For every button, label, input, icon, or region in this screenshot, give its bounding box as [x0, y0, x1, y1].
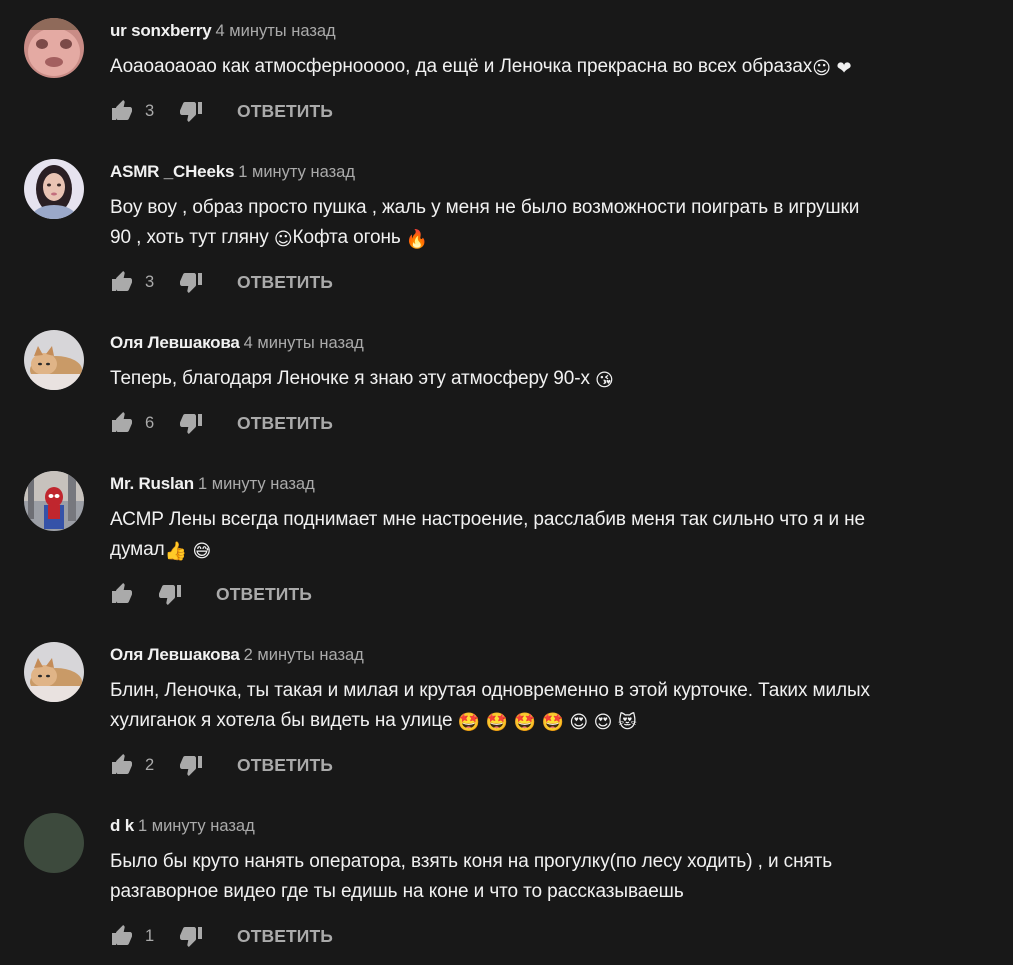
- comment-author[interactable]: ASMR _CHeeks: [110, 162, 234, 181]
- comment-text: Воу воу , образ просто пушка , жаль у ме…: [110, 193, 1005, 253]
- reply-button[interactable]: ОТВЕТИТЬ: [237, 755, 333, 776]
- comment-text-line: думал: [110, 539, 165, 560]
- like-button[interactable]: [110, 924, 134, 948]
- reply-button[interactable]: ОТВЕТИТЬ: [237, 413, 333, 434]
- comment-header: Оля Левшакова 2 минуты назад: [110, 643, 1005, 667]
- comment-text-line: 90 , хоть тут гляну: [110, 227, 274, 248]
- comment-author[interactable]: Оля Левшакова: [110, 333, 240, 352]
- comment-author[interactable]: Mr. Ruslan: [110, 474, 194, 493]
- comment-header: d k1 минуту назад: [110, 814, 1005, 838]
- comment-time[interactable]: 1 минуту назад: [138, 817, 255, 835]
- comment-text-content: Теперь, благодаря Леночке я знаю эту атм…: [110, 368, 596, 389]
- comment-text-line: АСМР Лены всегда поднимает мне настроени…: [110, 509, 866, 530]
- like-button[interactable]: [110, 270, 134, 294]
- like-count: 6: [145, 413, 155, 432]
- comment-actions: 2 ОТВЕТИТЬ: [110, 753, 333, 777]
- comment-text: АСМР Лены всегда поднимает мне настроени…: [110, 505, 1005, 565]
- comment-time[interactable]: 1 минуту назад: [238, 163, 355, 181]
- comment-actions: 1 ОТВЕТИТЬ: [110, 924, 333, 948]
- comment-time[interactable]: 2 минуты назад: [244, 646, 364, 664]
- dislike-button[interactable]: [179, 924, 203, 948]
- comment-text: Блин, Леночка, ты такая и милая и крутая…: [110, 676, 1005, 736]
- thumb-down-icon: [180, 102, 202, 122]
- like-button[interactable]: [110, 582, 134, 606]
- comment-text: Теперь, благодаря Леночке я знаю эту атм…: [110, 364, 1005, 394]
- comment-actions: ОТВЕТИТЬ: [110, 582, 312, 606]
- comment-text-line: Блин, Леночка, ты такая и милая и крутая…: [110, 680, 870, 701]
- comment-text-line: Кофта огонь: [292, 227, 406, 248]
- comment-time[interactable]: 4 минуты назад: [244, 334, 364, 352]
- comment-header: Оля Левшакова 4 минуты назад: [110, 331, 1005, 355]
- thumb-up-icon: [112, 925, 132, 945]
- emoji-icons: ☺ ❤: [812, 58, 852, 79]
- thumb-up-icon: [112, 583, 132, 603]
- emoji-icons: 🤩 🤩 🤩 🤩 😍 😍 😻: [457, 712, 637, 733]
- comment-author[interactable]: ur sonxberry: [110, 21, 212, 40]
- comment-time[interactable]: 1 минуту назад: [198, 475, 315, 493]
- comment-text-line: хулиганок я хотела бы видеть на улице: [110, 710, 458, 731]
- thumb-down-icon: [180, 927, 202, 947]
- like-count: 3: [145, 272, 155, 291]
- fire-emoji-icon: 🔥: [405, 229, 429, 250]
- reply-button[interactable]: ОТВЕТИТЬ: [216, 584, 312, 605]
- like-count: 1: [145, 926, 155, 945]
- dislike-button[interactable]: [179, 753, 203, 777]
- comment-text-content: Аоаоаоаоао как атмосферноoooo, да ещё и …: [110, 56, 813, 77]
- dislike-button[interactable]: [179, 99, 203, 123]
- comment-actions: 3 ОТВЕТИТЬ: [110, 270, 333, 294]
- comment-text-line: разгаворное видео где ты едишь на коне и…: [110, 881, 684, 902]
- comment-time[interactable]: 4 минуты назад: [216, 22, 336, 40]
- comment-header: ASMR _CHeeks 1 минуту назад: [110, 160, 1005, 184]
- comment-author[interactable]: Оля Левшакова: [110, 645, 240, 664]
- comment-header: ur sonxberry 4 минуты назад: [110, 19, 1005, 43]
- comment-header: Mr. Ruslan 1 минуту назад: [110, 472, 1005, 496]
- kitten-avatar[interactable]: [24, 642, 84, 702]
- comment-author[interactable]: d k: [110, 816, 134, 835]
- reply-button[interactable]: ОТВЕТИТЬ: [237, 926, 333, 947]
- default-avatar[interactable]: [24, 813, 84, 873]
- thumb-down-icon: [180, 414, 202, 434]
- face-closeup-avatar[interactable]: [24, 18, 84, 78]
- thumb-down-icon: [159, 585, 181, 605]
- dislike-button[interactable]: [158, 582, 182, 606]
- comment-text: Было бы круто нанять оператора, взять ко…: [110, 847, 1005, 907]
- comment-text: Аоаоаоаоао как атмосферноoooo, да ещё и …: [110, 52, 1005, 82]
- comment-actions: 6 ОТВЕТИТЬ: [110, 411, 333, 435]
- smiling-hearts-emoji-icon: ☺: [273, 229, 293, 250]
- comment-text-line: Было бы круто нанять оператора, взять ко…: [110, 851, 833, 872]
- thumb-down-icon: [180, 756, 202, 776]
- thumb-down-icon: [180, 273, 202, 293]
- like-button[interactable]: [110, 753, 134, 777]
- reply-button[interactable]: ОТВЕТИТЬ: [237, 272, 333, 293]
- thumb-up-icon: [112, 100, 132, 120]
- like-button[interactable]: [110, 99, 134, 123]
- thumb-up-icon: [112, 412, 132, 432]
- like-count: 3: [145, 101, 155, 120]
- thumb-up-icon: [112, 271, 132, 291]
- girl-portrait-avatar[interactable]: [24, 159, 84, 219]
- reply-button[interactable]: ОТВЕТИТЬ: [237, 101, 333, 122]
- comment-actions: 3 ОТВЕТИТЬ: [110, 99, 333, 123]
- kiss-emoji-icon: 😘: [595, 370, 614, 391]
- like-button[interactable]: [110, 411, 134, 435]
- comment-text-line: Воу воу , образ просто пушка , жаль у ме…: [110, 197, 860, 218]
- like-count: 2: [145, 755, 155, 774]
- dislike-button[interactable]: [179, 270, 203, 294]
- thumb-up-icon: [112, 754, 132, 774]
- emoji-icons: 👍 😅: [164, 541, 212, 562]
- dislike-button[interactable]: [179, 411, 203, 435]
- kitten-avatar[interactable]: [24, 330, 84, 390]
- spider-man-avatar[interactable]: [24, 471, 84, 531]
